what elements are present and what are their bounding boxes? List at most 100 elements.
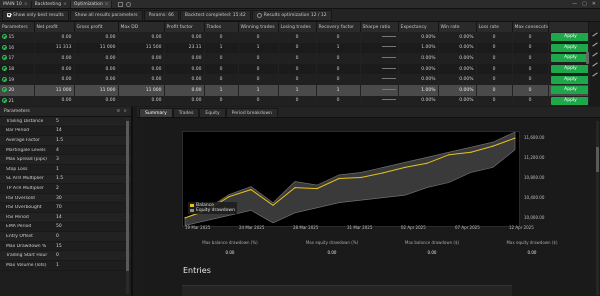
parameter-value[interactable]: 1.5 — [53, 138, 117, 143]
column-header[interactable]: Win rate — [438, 22, 477, 32]
table-row[interactable]: 18 0.00 0.00 0.00 0.00 0 0 0 0 0.00% 0.00% 0 0 Apply — [0, 63, 589, 75]
apply-button[interactable]: Apply — [550, 86, 587, 95]
channel-icon[interactable] — [592, 62, 598, 67]
close-icon[interactable]: × — [63, 2, 67, 7]
drawdown-stats: Max balance drawdown (%) 0.00 Max equity … — [137, 240, 600, 256]
parameter-value[interactable]: 14 — [53, 215, 117, 220]
tab-equity[interactable]: Equity — [199, 108, 226, 117]
column-header[interactable]: Gross profit — [74, 22, 119, 32]
show-best-toggle[interactable]: Show only best results — [2, 9, 69, 21]
parameter-value[interactable]: 1 — [53, 167, 117, 172]
parameter-value[interactable]: 30 — [53, 196, 117, 201]
close-icon[interactable]: × — [105, 2, 109, 7]
menu-icon[interactable]: ≡ — [116, 109, 120, 114]
parameter-value[interactable]: 15 — [53, 244, 117, 249]
apply-button[interactable]: Apply — [550, 65, 587, 74]
column-header[interactable] — [548, 22, 589, 32]
parameter-name: Max Volume (lots) — [6, 262, 47, 268]
table-cell: 1 — [238, 42, 279, 54]
table-row[interactable]: 21 0.00 0.00 0.00 0.00 0 0 0 0 0.00% 0.00% 0 0 Apply — [0, 95, 589, 107]
parameter-row[interactable]: Stop Loss 1 — [0, 165, 131, 175]
column-header[interactable]: Trades — [204, 22, 239, 32]
tab-summary[interactable]: Summary — [139, 108, 173, 117]
window-icon[interactable] — [118, 1, 124, 7]
column-header[interactable]: Net profit — [34, 22, 75, 32]
trendline-icon[interactable] — [592, 32, 598, 37]
column-header[interactable]: Recovery factor — [316, 22, 361, 32]
table-row[interactable]: 17 0.00 0.00 0.00 0.00 0 0 0 0 0.00% 0.00% 0 0 Apply — [0, 53, 589, 64]
parameter-row[interactable]: RSI Period 14 — [0, 212, 131, 223]
parameter-value[interactable]: 1 — [53, 263, 117, 268]
column-header[interactable]: Loss rate — [476, 22, 513, 32]
parameters-scrollbar-thumb[interactable] — [126, 121, 129, 271]
column-header[interactable]: Winning trades — [238, 22, 279, 32]
table-row[interactable]: 20 11 000 11 000 11 000 0.00 1 1 1 1 1.00% 0.00% 0 0… — [0, 84, 589, 96]
show-all-params-toggle[interactable]: Show all results parameters — [69, 9, 143, 21]
column-header[interactable]: Max consecutive — [512, 22, 549, 32]
parameter-value[interactable]: 70 — [53, 205, 117, 210]
balance-point — [250, 189, 252, 191]
parameter-row[interactable]: RSI Overbought 70 — [0, 203, 131, 213]
column-header[interactable]: Expectancy — [398, 22, 439, 32]
record-icon[interactable] — [126, 1, 132, 7]
parameter-row[interactable]: Entry Offset 0 — [0, 232, 131, 242]
parameter-value[interactable]: 14 — [53, 128, 117, 133]
ray-icon[interactable] — [592, 42, 598, 47]
segment-icon[interactable] — [592, 52, 598, 57]
apply-button[interactable]: Apply — [550, 33, 587, 42]
column-header[interactable]: Sharpe ratio — [360, 22, 399, 32]
mini-bar — [381, 99, 396, 101]
table-cell — [360, 84, 399, 96]
tab-trades[interactable]: Trades — [172, 108, 200, 117]
parameter-row[interactable]: TP ATR Multiplier 2 — [0, 184, 131, 194]
close-window-icon[interactable]: ✕ — [592, 1, 596, 7]
parameter-row[interactable]: RSI Oversold 30 — [0, 193, 131, 204]
doc-tab-optimization[interactable]: Optimization × — [70, 0, 113, 8]
table-scrollbar[interactable] — [586, 52, 589, 64]
apply-button[interactable]: Apply — [550, 54, 587, 63]
table-row[interactable]: 19 0.00 0.00 0.00 0.00 0 0 0 0 0.00% 0.00% 0 0 Apply — [0, 74, 589, 85]
table-row[interactable]: 15 0.00 0.00 0.00 0.00 0 0 0 0 0.00% 0.00% 0 0 Apply — [0, 32, 589, 43]
close-icon[interactable]: × — [24, 2, 28, 7]
apply-button[interactable]: Apply — [550, 96, 587, 105]
parameter-value[interactable]: 3 — [53, 157, 117, 162]
apply-button[interactable]: Apply — [550, 43, 587, 52]
table-row[interactable]: 16 11 313 11 000 11 500 23.11 1 1 0 1 1.00% 0.00% 0… — [0, 42, 589, 54]
parameter-value[interactable]: 4 — [53, 148, 117, 153]
table-cell: 0 — [476, 42, 513, 54]
report-scrollbar-thumb[interactable] — [596, 147, 599, 172]
parameter-row[interactable]: Bar Period 14 — [0, 127, 131, 137]
parameters-list: Trailing Distance 5 Bar Period 14 Average Fa… — [0, 117, 131, 271]
parameter-row[interactable]: SL ATR Multiplier 1.5 — [0, 174, 131, 185]
x-tick-label: 28 Mar 2025 — [293, 225, 319, 230]
parameter-row[interactable]: Trading Start Hour 0 — [0, 251, 131, 261]
minimize-icon[interactable]: — — [572, 1, 577, 7]
parameter-value[interactable]: 0 — [53, 253, 117, 258]
column-header[interactable]: Profit factor — [164, 22, 205, 32]
parameter-value[interactable]: 5 — [53, 119, 117, 124]
parameter-row[interactable]: Max Drawdown % 15 — [0, 242, 131, 252]
parameter-row[interactable]: Martingale Levels 4 — [0, 146, 131, 156]
parameter-row[interactable]: Max Volume (lots) 1 — [0, 261, 131, 271]
doc-tab-main[interactable]: MAIN 10 × — [0, 0, 32, 8]
table-cell: 0.00 — [34, 95, 75, 107]
parameter-value[interactable]: 1.5 — [53, 176, 117, 181]
apply-button[interactable]: Apply — [550, 75, 587, 84]
mini-bar — [381, 56, 396, 58]
column-header[interactable]: Max DD — [118, 22, 165, 32]
table-cell: 0 — [316, 32, 361, 43]
maximize-icon[interactable]: ▢ — [582, 1, 587, 7]
parameter-row[interactable]: EMA Period 50 — [0, 223, 131, 233]
parameter-value[interactable]: 0 — [53, 234, 117, 239]
parameter-value[interactable]: 50 — [53, 224, 117, 229]
parameter-row[interactable]: Average Factor 1.5 — [0, 136, 131, 146]
close-icon[interactable]: × — [123, 109, 127, 114]
column-header[interactable]: Losing trades — [278, 22, 317, 32]
parameter-row[interactable]: Max Spread (pips) 3 — [0, 155, 131, 165]
tab-period-breakdown[interactable]: Period breakdown — [225, 108, 279, 117]
column-header[interactable]: Parameters — [0, 22, 35, 32]
parameter-value[interactable]: 2 — [53, 186, 117, 191]
doc-tab-backtesting[interactable]: Backtesting × — [32, 0, 71, 8]
parameter-row[interactable]: Trailing Distance 5 — [0, 117, 131, 127]
arrow-icon[interactable] — [592, 72, 598, 77]
